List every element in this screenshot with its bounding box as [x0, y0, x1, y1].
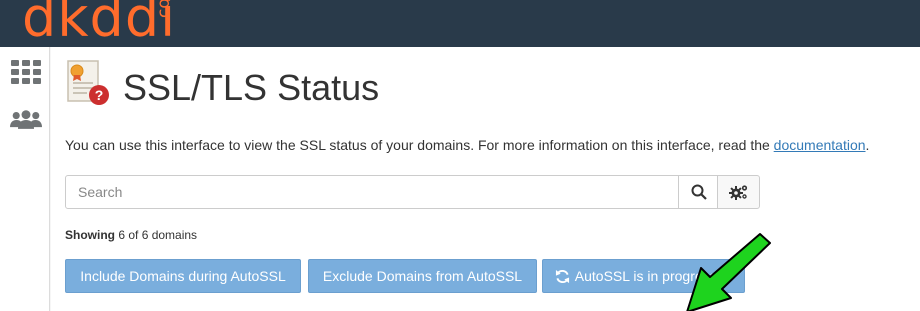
grid-icon[interactable] [10, 57, 42, 87]
sidebar [0, 47, 50, 311]
showing-text: 6 of 6 domains [118, 228, 198, 242]
search-field [65, 175, 719, 209]
top-bar: dkddi com [0, 0, 920, 47]
include-domains-label: Include Domains during AutoSSL [80, 268, 286, 284]
main-content: ? SSL/TLS Status You can use this interf… [51, 47, 920, 311]
search-icon [691, 184, 707, 200]
search-button[interactable] [678, 175, 720, 209]
users-icon[interactable] [10, 105, 42, 135]
brand-logo[interactable]: dkddi com [22, 0, 176, 47]
documentation-link[interactable]: documentation [774, 137, 866, 153]
logo-text: dkddi [22, 0, 177, 47]
include-domains-button[interactable]: Include Domains during AutoSSL [65, 259, 301, 293]
refresh-icon [555, 269, 569, 283]
intro-body: You can use this interface to view the S… [65, 137, 774, 153]
exclude-domains-label: Exclude Domains from AutoSSL [322, 268, 523, 284]
intro-end: . [865, 137, 870, 153]
showing-count: Showing 6 of 6 domains [65, 228, 197, 242]
search-input[interactable] [66, 176, 718, 208]
certificate-question-icon: ? [65, 59, 111, 107]
settings-button[interactable] [717, 175, 760, 209]
logo-suffix: com [154, 0, 174, 18]
exclude-domains-button[interactable]: Exclude Domains from AutoSSL [308, 259, 537, 293]
showing-label: Showing [65, 228, 115, 242]
gears-icon [728, 185, 747, 200]
green-arrow-annotation [686, 233, 771, 311]
svg-text:?: ? [95, 87, 104, 103]
page-title: SSL/TLS Status [123, 67, 380, 108]
intro-text: You can use this interface to view the S… [65, 137, 869, 153]
